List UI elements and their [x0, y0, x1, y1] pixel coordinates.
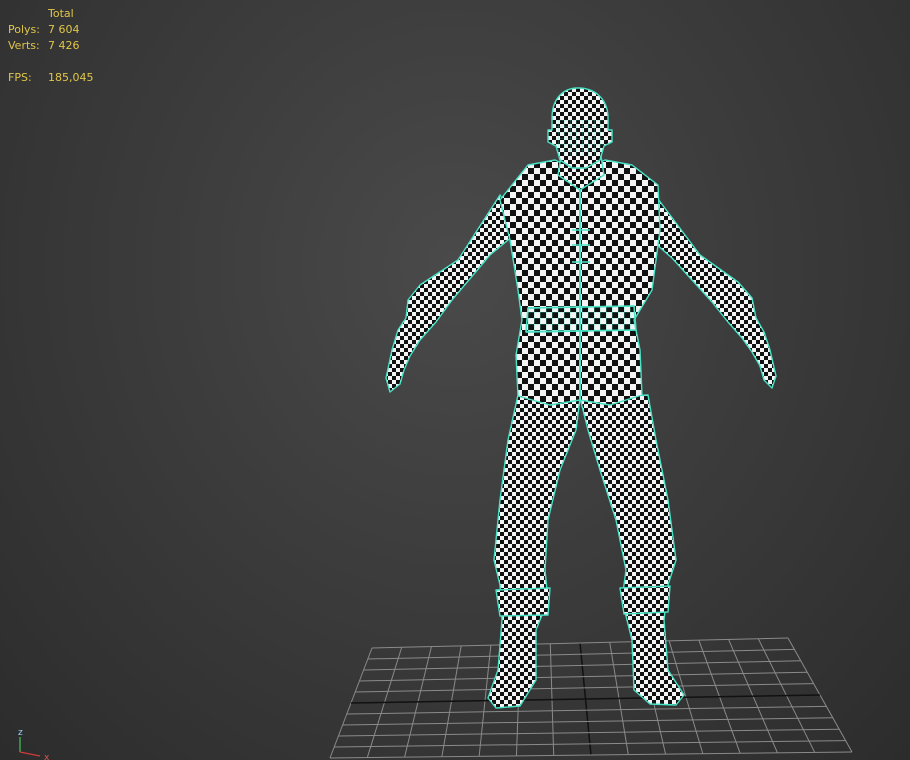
scene-canvas: z x [18, 87, 853, 760]
verts-value: 7 426 [48, 39, 80, 52]
right-leg [579, 394, 685, 706]
stats-header: Total [48, 7, 74, 20]
gizmo-x-label: x [44, 753, 50, 760]
fps-label: FPS: [8, 71, 32, 84]
character-model[interactable] [385, 87, 777, 709]
left-leg [487, 394, 581, 709]
left-arm [385, 194, 521, 393]
axis-gizmo: z x [18, 728, 50, 760]
perspective-viewport[interactable]: z x Total Polys: 7 604 Verts: 7 426 FPS: 18… [0, 0, 910, 760]
polys-value: 7 604 [48, 23, 80, 36]
gizmo-z-label: z [18, 728, 23, 738]
viewport-statistics: Total Polys: 7 604 Verts: 7 426 FPS: 185,04… [8, 6, 94, 86]
polys-label: Polys: [8, 23, 40, 36]
fps-value: 185,045 [48, 71, 94, 84]
verts-label: Verts: [8, 39, 40, 52]
home-grid [329, 637, 853, 759]
